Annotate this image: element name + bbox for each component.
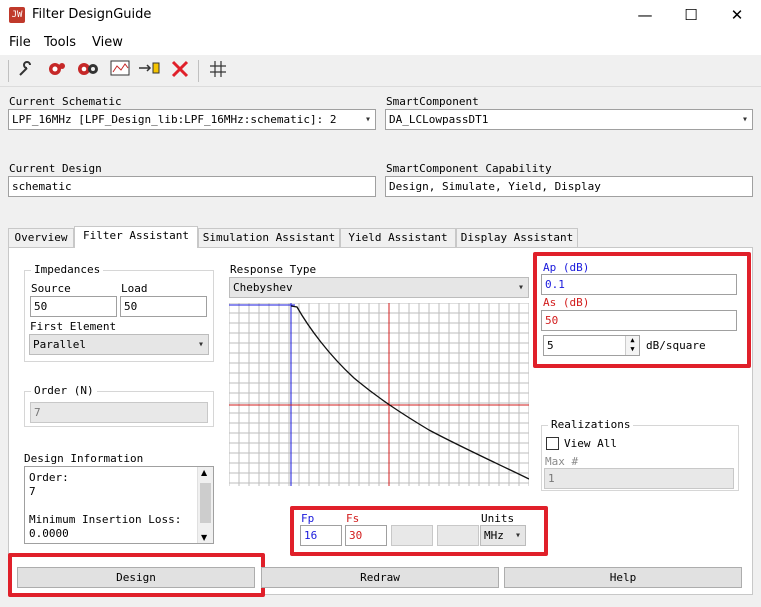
design-button[interactable]: Design [17, 567, 255, 588]
view-all-checkbox[interactable] [546, 437, 559, 450]
ap-label: Ap (dB) [543, 261, 590, 274]
scroll-up-icon[interactable]: ▲ [201, 468, 207, 477]
capability-field[interactable]: Design, Simulate, Yield, Display [385, 176, 753, 197]
as-label: As (dB) [543, 296, 590, 309]
chevron-down-icon: ▾ [517, 282, 524, 293]
tab-overview[interactable]: Overview [8, 228, 74, 247]
fp-field[interactable]: 16 [300, 525, 342, 546]
first-element-label: First Element [30, 320, 117, 333]
ap-field[interactable]: 0.1 [541, 274, 737, 295]
units-value: MHz [484, 529, 504, 542]
order-field: 7 [30, 402, 208, 423]
tab-yield-assistant[interactable]: Yield Assistant [340, 228, 456, 247]
view-all-label: View All [564, 437, 617, 450]
fs-label: Fs [346, 512, 360, 525]
app-icon: JW [9, 7, 25, 23]
units-select[interactable]: MHz ▾ [480, 525, 526, 546]
menu-tools[interactable]: Tools [44, 35, 76, 50]
wrench-icon[interactable] [14, 60, 38, 82]
chevron-down-icon: ▾ [514, 530, 521, 541]
fp-label: Fp [301, 512, 315, 525]
response-plot-svg [228, 302, 530, 486]
capability-label: SmartComponent Capability [386, 162, 552, 175]
as-field[interactable]: 50 [541, 310, 737, 331]
db-per-square-spinner[interactable]: 5 ▲ ▼ [543, 335, 640, 356]
spinner-arrows-icon[interactable]: ▲ ▼ [625, 336, 639, 355]
maximize-button[interactable]: ☐ [668, 0, 714, 31]
current-schematic-value: LPF_16MHz [LPF_Design_lib:LPF_16MHz:sche… [12, 113, 337, 126]
fs-field[interactable]: 30 [345, 525, 387, 546]
load-field[interactable]: 50 [120, 296, 207, 317]
load-label: Load [121, 282, 148, 295]
design-info-scrollbar[interactable]: ▲ ▼ [197, 467, 213, 543]
toolbar-grip [8, 60, 9, 82]
max-field: 1 [544, 468, 734, 489]
chevron-down-icon: ▾ [364, 114, 371, 125]
current-schematic-select[interactable]: LPF_16MHz [LPF_Design_lib:LPF_16MHz:sche… [8, 109, 376, 130]
smart-component-value: DA_LCLowpassDT1 [389, 113, 489, 126]
response-type-select[interactable]: Chebyshev ▾ [229, 277, 529, 298]
source-field[interactable]: 50 [30, 296, 117, 317]
current-design-label: Current Design [9, 162, 102, 175]
response-type-value: Chebyshev [233, 281, 293, 294]
chevron-down-icon: ▾ [741, 114, 748, 125]
design-info-line: Order: [29, 471, 69, 484]
tab-display-assistant[interactable]: Display Assistant [456, 228, 578, 247]
gears-icon[interactable] [76, 60, 100, 82]
source-label: Source [31, 282, 71, 295]
redraw-button[interactable]: Redraw [261, 567, 499, 588]
chevron-down-icon: ▾ [197, 339, 204, 350]
design-info-line: 7 [29, 485, 36, 498]
move-icon[interactable] [138, 60, 162, 82]
response-plot [228, 302, 530, 486]
tab-simulation-assistant[interactable]: Simulation Assistant [198, 228, 340, 247]
toolbar-separator [198, 60, 199, 82]
current-schematic-label: Current Schematic [9, 95, 122, 108]
extra-freq-field-2 [437, 525, 479, 546]
grid-icon[interactable] [206, 60, 230, 82]
realizations-title: Realizations [548, 418, 634, 431]
scroll-down-icon[interactable]: ▼ [201, 533, 207, 542]
impedances-title: Impedances [31, 263, 104, 276]
close-button[interactable]: ✕ [714, 0, 760, 31]
design-info-line: Minimum Insertion Loss: [29, 513, 182, 526]
response-type-label: Response Type [230, 263, 317, 276]
smart-component-label: SmartComponent [386, 95, 479, 108]
design-info-line: 0.0000 [29, 527, 69, 540]
menu-file[interactable]: File [9, 35, 31, 50]
chart-icon[interactable] [108, 60, 132, 82]
scrollbar-thumb[interactable] [200, 483, 211, 523]
first-element-select[interactable]: Parallel ▾ [29, 334, 209, 355]
order-title: Order (N) [31, 384, 97, 397]
db-per-square-label: dB/square [646, 339, 706, 352]
help-button[interactable]: Help [504, 567, 742, 588]
minimize-button[interactable]: — [622, 0, 668, 31]
design-info-line [29, 499, 181, 513]
smart-component-select[interactable]: DA_LCLowpassDT1 ▾ [385, 109, 753, 130]
gear-red-icon[interactable] [44, 60, 68, 82]
tab-filter-assistant[interactable]: Filter Assistant [74, 226, 198, 248]
db-per-square-value: 5 [547, 339, 554, 352]
max-label: Max # [545, 455, 579, 468]
window-title: Filter DesignGuide [32, 7, 152, 22]
current-design-field[interactable]: schematic [8, 176, 376, 197]
menu-view[interactable]: View [92, 35, 123, 50]
extra-freq-field-1 [391, 525, 433, 546]
design-info-box[interactable]: Order: 7 Minimum Insertion Loss: 0.0000 … [24, 466, 214, 544]
delete-icon[interactable] [168, 60, 192, 82]
first-element-value: Parallel [33, 338, 86, 351]
design-info-title: Design Information [24, 452, 144, 465]
units-label: Units [481, 512, 515, 525]
